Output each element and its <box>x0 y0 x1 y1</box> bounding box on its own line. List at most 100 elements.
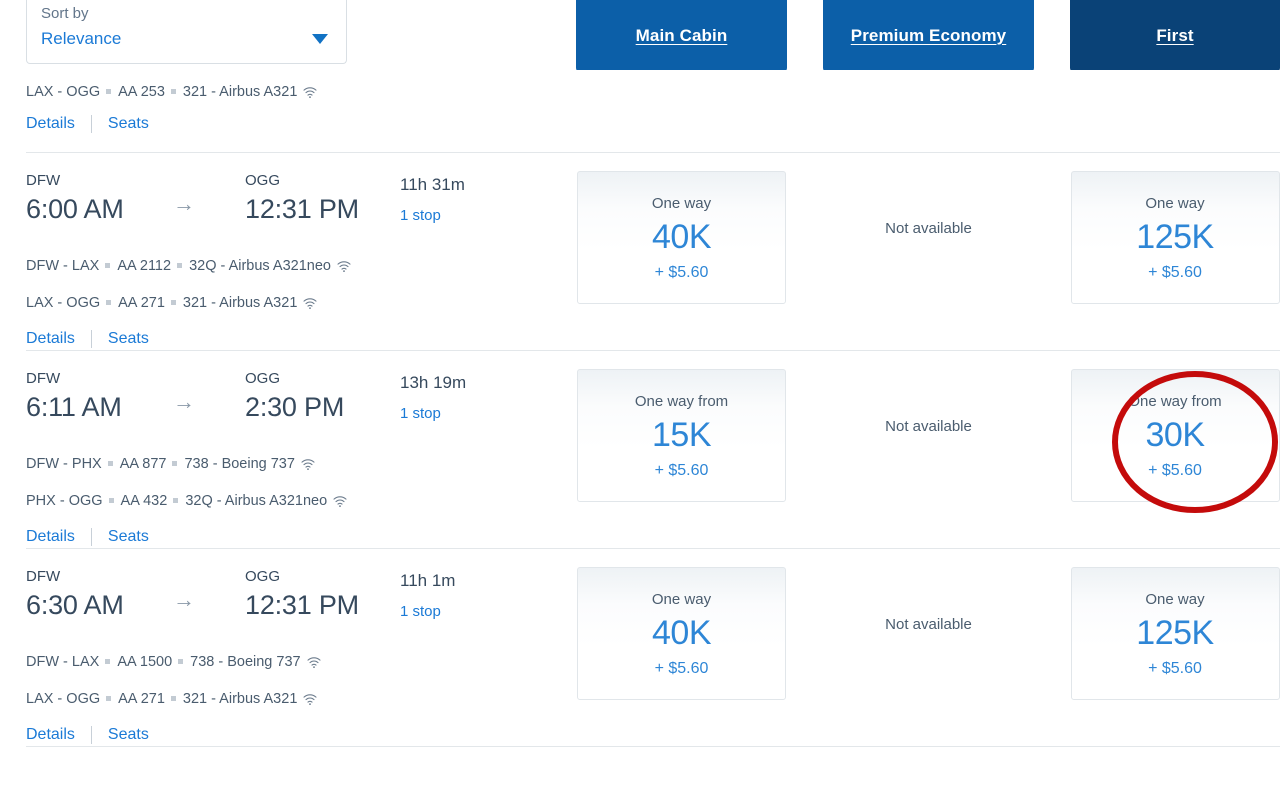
flight-leg: DFW - LAX AA 2112 32Q - Airbus A321neo <box>26 249 576 286</box>
fare-cell-premium-economy: Not available <box>823 567 1034 746</box>
leg-separator-icon <box>177 262 183 268</box>
leg-separator-icon <box>106 695 112 701</box>
leg-flight-number: AA 877 <box>119 456 167 472</box>
fare-card[interactable]: One way from 15K + $5.60 <box>577 369 786 502</box>
fare-card[interactable]: One way from 30K + $5.60 <box>1070 369 1280 502</box>
row-links: Details Seats <box>26 526 576 548</box>
legs-list: DFW - LAX AA 1500 738 - Boeing 737 LAX - O… <box>26 645 576 719</box>
fare-cell-first: One way from 30K + $5.60 <box>1070 369 1280 548</box>
duration-block: 11h 31m 1 stop <box>400 171 465 227</box>
fare-tax: + $5.60 <box>654 462 709 479</box>
flight-duration: 11h 31m <box>400 175 465 194</box>
itinerary-column: DFW 6:00 AM → OGG 12:31 PM 11h 31m 1 sto… <box>0 153 576 350</box>
duration-block: 11h 1m 1 stop <box>400 567 455 623</box>
details-link[interactable]: Details <box>26 724 75 746</box>
details-link[interactable]: Details <box>26 526 75 548</box>
fare-tax: + $5.60 <box>654 660 709 677</box>
fare-miles: 15K <box>652 416 712 454</box>
leg-separator-icon <box>107 460 113 466</box>
itinerary-column: DFW 6:30 AM → OGG 12:31 PM 11h 1m 1 stop… <box>0 549 576 746</box>
leg-flight-number: AA 253 <box>118 84 165 100</box>
details-link[interactable]: Details <box>26 113 75 135</box>
details-link[interactable]: Details <box>26 328 75 350</box>
fare-columns: One way from 15K + $5.60 Not available O… <box>576 351 1280 548</box>
itinerary-times: DFW 6:11 AM → OGG 2:30 PM 13h 19m 1 stop <box>26 369 576 426</box>
flight-leg: DFW - PHX AA 877 738 - Boeing 737 <box>26 447 576 484</box>
fare-miles: 30K <box>1145 416 1206 454</box>
link-divider <box>90 115 92 133</box>
fare-unavailable: Not available <box>885 220 972 237</box>
fare-miles: 125K <box>1136 614 1214 652</box>
wifi-icon <box>337 251 351 286</box>
fare-tax: + $5.60 <box>654 264 709 281</box>
seats-link[interactable]: Seats <box>108 526 149 548</box>
origin-airport-code: DFW <box>26 370 61 387</box>
depart-time: 6:11 AM <box>26 392 122 422</box>
link-divider <box>90 528 92 546</box>
duration-block: 13h 19m 1 stop <box>400 369 466 425</box>
fare-card[interactable]: One way 40K + $5.60 <box>577 171 786 304</box>
link-divider <box>90 726 92 744</box>
fare-card[interactable]: One way 125K + $5.60 <box>1070 567 1280 700</box>
leg-flight-number: AA 2112 <box>117 258 172 274</box>
seats-link[interactable]: Seats <box>108 113 149 135</box>
origin-block: DFW 6:00 AM → <box>26 171 245 228</box>
leg-route: PHX - OGG <box>26 493 103 509</box>
fare-heading: One way from <box>1128 393 1222 410</box>
stops-link[interactable]: 1 stop <box>400 205 465 227</box>
leg-equipment: 738 - Boeing 737 <box>184 456 295 472</box>
leg-route: LAX - OGG <box>26 84 101 100</box>
origin-airport-code: DFW <box>26 172 61 189</box>
fare-miles: 40K <box>652 218 712 256</box>
leg-separator-icon <box>172 460 178 466</box>
leg-separator-icon <box>170 299 176 305</box>
fare-tax: + $5.60 <box>1148 462 1202 479</box>
flight-leg: LAX - OGG AA 271 321 - Airbus A321 <box>26 682 576 719</box>
sort-by-dropdown[interactable]: Sort by Relevance <box>26 0 347 64</box>
fare-tax: + $5.60 <box>1148 264 1202 281</box>
fare-card[interactable]: One way 40K + $5.60 <box>577 567 786 700</box>
fare-cell-premium-economy: Not available <box>823 171 1034 350</box>
sort-by-label: Sort by <box>41 5 89 22</box>
fare-heading: One way <box>1145 591 1205 608</box>
fare-card[interactable]: One way 125K + $5.60 <box>1070 171 1280 304</box>
stops-link[interactable]: 1 stop <box>400 601 455 623</box>
flight-row: DFW 6:30 AM → OGG 12:31 PM 11h 1m 1 stop… <box>0 549 1280 746</box>
arrow-right-icon: → <box>173 191 195 216</box>
wifi-icon <box>333 486 347 521</box>
fare-unavailable: Not available <box>885 616 972 633</box>
leg-flight-number: AA 432 <box>120 493 168 509</box>
stops-link[interactable]: 1 stop <box>400 403 466 425</box>
leg-separator-icon <box>178 658 184 664</box>
itinerary-times: DFW 6:30 AM → OGG 12:31 PM 11h 1m 1 stop <box>26 567 576 624</box>
tab-main-cabin[interactable]: Main Cabin <box>576 0 787 72</box>
fare-heading: One way <box>651 591 712 608</box>
seats-link[interactable]: Seats <box>108 724 149 746</box>
fare-cell-first: One way 125K + $5.60 <box>1070 567 1280 746</box>
flight-row: DFW 6:11 AM → OGG 2:30 PM 13h 19m 1 stop… <box>0 351 1280 548</box>
seats-link[interactable]: Seats <box>108 328 149 350</box>
destination-airport-code: OGG <box>245 370 281 387</box>
destination-block: OGG 12:31 PM <box>245 567 400 624</box>
flight-leg: DFW - LAX AA 1500 738 - Boeing 737 <box>26 645 576 682</box>
arrow-right-icon: → <box>173 587 195 612</box>
flight-leg: PHX - OGG AA 432 32Q - Airbus A321neo <box>26 484 576 521</box>
fare-cell-main-cabin: One way from 15K + $5.60 <box>576 369 787 548</box>
chevron-down-icon <box>312 34 328 44</box>
tab-premium-economy[interactable]: Premium Economy <box>823 0 1034 72</box>
tab-first[interactable]: First <box>1070 0 1280 72</box>
fare-cell-main-cabin: One way 40K + $5.60 <box>576 171 787 350</box>
leg-separator-icon <box>170 695 176 701</box>
fare-heading: One way from <box>634 393 729 410</box>
leg-flight-number: AA 271 <box>118 691 165 707</box>
fare-heading: One way <box>651 195 712 212</box>
fare-unavailable: Not available <box>885 418 972 435</box>
itinerary-times: DFW 6:00 AM → OGG 12:31 PM 11h 31m 1 sto… <box>26 171 576 228</box>
destination-block: OGG 12:31 PM <box>245 171 400 228</box>
leg-flight-number: AA 1500 <box>117 654 173 670</box>
leg-separator-icon <box>105 658 111 664</box>
depart-time: 6:00 AM <box>26 194 124 224</box>
origin-airport-code: DFW <box>26 568 61 585</box>
depart-time: 6:30 AM <box>26 590 124 620</box>
arrow-right-icon: → <box>173 389 195 414</box>
